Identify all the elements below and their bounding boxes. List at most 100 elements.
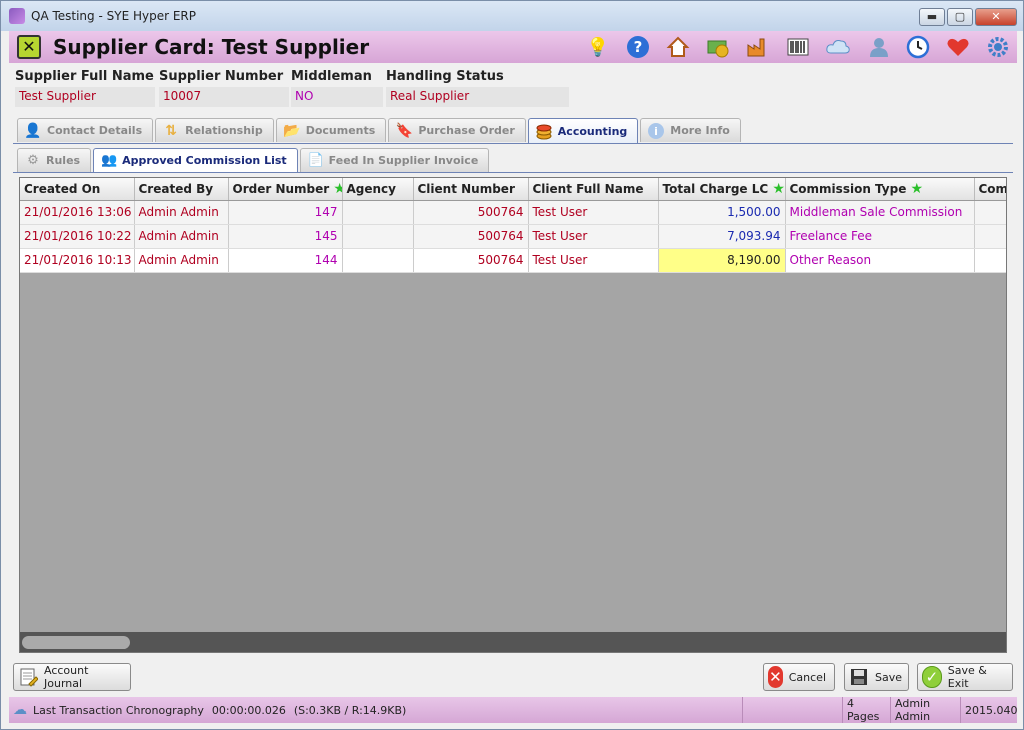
value-handling-status[interactable]: Real Supplier bbox=[386, 87, 569, 107]
subtab-rules[interactable]: ⚙ Rules bbox=[17, 148, 92, 172]
app-window: QA Testing - SYE Hyper ERP ▬ ▢ ✕ ✕ Suppl… bbox=[0, 0, 1024, 730]
tab-accounting[interactable]: Accounting bbox=[527, 118, 639, 144]
cell-agency[interactable] bbox=[342, 224, 414, 249]
cell-agency[interactable] bbox=[342, 248, 414, 273]
status-user: Admin Admin bbox=[891, 697, 961, 723]
cloud-sync-icon: ☁ bbox=[13, 702, 27, 718]
col-total-charge-lc[interactable]: Total Charge LC ★ bbox=[658, 178, 786, 201]
value-supplier-full-name[interactable]: Test Supplier bbox=[15, 87, 155, 107]
status-version: 2015.040 bbox=[965, 703, 1018, 717]
window-close-button[interactable]: ✕ bbox=[975, 8, 1017, 26]
cell-total-charge[interactable]: 8,190.00 bbox=[658, 248, 786, 273]
users-icon[interactable] bbox=[865, 34, 891, 60]
col-label: Order Number bbox=[232, 181, 330, 196]
cell-created-on[interactable]: 21/01/2016 10:22 bbox=[20, 224, 135, 249]
supplier-fields: Supplier Full Name Test Supplier Supplie… bbox=[15, 69, 575, 109]
commission-grid: Created On Created By Order Number ★ Age… bbox=[19, 177, 1007, 653]
folder-icon: 📂 bbox=[282, 122, 301, 139]
field-middleman: Middleman NO bbox=[291, 69, 383, 107]
barcode-icon[interactable] bbox=[785, 34, 811, 60]
cell-commission-type[interactable]: Freelance Fee bbox=[785, 224, 975, 249]
cloud-icon[interactable] bbox=[825, 34, 851, 60]
subtab-label: Rules bbox=[46, 154, 81, 167]
commission-icon: 👥 bbox=[101, 153, 118, 168]
col-order-number[interactable]: Order Number ★ bbox=[228, 178, 343, 201]
subtabs-divider bbox=[13, 172, 1013, 173]
horizontal-scrollbar[interactable] bbox=[20, 632, 1006, 652]
cell-created-on[interactable]: 21/01/2016 13:06 bbox=[20, 200, 135, 225]
minimize-button[interactable]: ▬ bbox=[919, 8, 945, 26]
tab-label: Relationship bbox=[185, 124, 263, 137]
cell-client-full-name[interactable]: Test User bbox=[528, 224, 659, 249]
cell-created-by[interactable]: Admin Admin bbox=[134, 224, 229, 249]
cancel-button[interactable]: ✕ Cancel bbox=[763, 663, 835, 691]
value-middleman[interactable]: NO bbox=[291, 87, 383, 107]
star-icon: ★ bbox=[333, 181, 341, 197]
cell-agency[interactable] bbox=[342, 200, 414, 225]
tab-contact-details[interactable]: 👤 Contact Details bbox=[17, 118, 154, 142]
col-client-full-name[interactable]: Client Full Name bbox=[528, 178, 659, 201]
col-created-by[interactable]: Created By bbox=[134, 178, 229, 201]
cell-created-by[interactable]: Admin Admin bbox=[134, 248, 229, 273]
cell-com[interactable] bbox=[974, 200, 1006, 225]
gear-icon[interactable] bbox=[985, 34, 1011, 60]
factory-icon[interactable] bbox=[745, 34, 771, 60]
col-com[interactable]: Com bbox=[974, 178, 1006, 201]
cell-commission-type[interactable]: Middleman Sale Commission bbox=[785, 200, 975, 225]
cell-client-number[interactable]: 500764 bbox=[413, 200, 529, 225]
status-chronography-label: Last Transaction Chronography bbox=[33, 703, 204, 717]
col-created-on[interactable]: Created On bbox=[20, 178, 135, 201]
scrollbar-thumb[interactable] bbox=[22, 636, 130, 649]
gear-icon: ⚙ bbox=[27, 153, 39, 168]
col-label: Created On bbox=[24, 181, 101, 196]
maximize-button[interactable]: ▢ bbox=[947, 8, 973, 26]
subtab-approved-commission-list[interactable]: 👥 Approved Commission List bbox=[93, 148, 298, 172]
account-journal-button[interactable]: Account Journal bbox=[13, 663, 131, 691]
table-row[interactable]: 21/01/2016 10:13 Admin Admin 144 500764 … bbox=[20, 248, 1006, 273]
cell-order-number[interactable]: 145 bbox=[228, 224, 343, 249]
cell-client-full-name[interactable]: Test User bbox=[528, 200, 659, 225]
cell-order-number[interactable]: 144 bbox=[228, 248, 343, 273]
status-pages: 4 Pages bbox=[843, 697, 891, 723]
cell-client-number[interactable]: 500764 bbox=[413, 224, 529, 249]
tab-documents[interactable]: 📂 Documents bbox=[275, 118, 387, 142]
col-commission-type[interactable]: Commission Type ★ bbox=[785, 178, 975, 201]
table-row[interactable]: 21/01/2016 10:22 Admin Admin 145 500764 … bbox=[20, 224, 1006, 249]
save-exit-button[interactable]: ✓ Save & Exit bbox=[917, 663, 1013, 691]
close-card-button[interactable]: ✕ bbox=[17, 35, 41, 59]
table-row[interactable]: 21/01/2016 13:06 Admin Admin 147 500764 … bbox=[20, 200, 1006, 225]
col-label: Total Charge LC bbox=[662, 181, 769, 196]
col-label: Client Full Name bbox=[532, 181, 644, 196]
heart-icon[interactable] bbox=[945, 34, 971, 60]
status-time: 00:00:00.026 bbox=[211, 703, 286, 717]
star-icon: ★ bbox=[772, 180, 785, 197]
lightbulb-icon[interactable]: 💡 bbox=[585, 34, 611, 60]
cell-client-number[interactable]: 500764 bbox=[413, 248, 529, 273]
cell-created-on[interactable]: 21/01/2016 10:13 bbox=[20, 248, 135, 273]
help-icon[interactable]: ? bbox=[625, 34, 651, 60]
tab-purchase-order[interactable]: 🔖 Purchase Order bbox=[388, 118, 526, 142]
cell-com[interactable] bbox=[974, 224, 1006, 249]
status-size: (S:0.3KB / R:14.9KB) bbox=[293, 703, 407, 717]
tab-label: Documents bbox=[305, 124, 376, 137]
cell-total-charge[interactable]: 1,500.00 bbox=[658, 200, 786, 225]
money-icon[interactable] bbox=[705, 34, 731, 60]
col-client-number[interactable]: Client Number bbox=[413, 178, 529, 201]
cell-created-by[interactable]: Admin Admin bbox=[134, 200, 229, 225]
home-icon[interactable] bbox=[665, 34, 691, 60]
tab-more-info[interactable]: i More Info bbox=[640, 118, 741, 142]
svg-text:?: ? bbox=[634, 38, 643, 56]
tab-label: More Info bbox=[670, 124, 730, 137]
cell-commission-type[interactable]: Other Reason bbox=[785, 248, 975, 273]
tab-relationship[interactable]: ⇅ Relationship bbox=[155, 118, 274, 142]
cell-client-full-name[interactable]: Test User bbox=[528, 248, 659, 273]
cell-com[interactable] bbox=[974, 248, 1006, 273]
cell-order-number[interactable]: 147 bbox=[228, 200, 343, 225]
cell-total-charge[interactable]: 7,093.94 bbox=[658, 224, 786, 249]
col-agency[interactable]: Agency bbox=[342, 178, 414, 201]
clock-icon[interactable] bbox=[905, 34, 931, 60]
subtab-feed-in-supplier-invoice[interactable]: 📄 Feed In Supplier Invoice bbox=[299, 148, 490, 172]
value-supplier-number[interactable]: 10007 bbox=[159, 87, 289, 107]
card-header: ✕ Supplier Card: Test Supplier 💡 ? bbox=[9, 31, 1017, 63]
save-button[interactable]: Save bbox=[844, 663, 909, 691]
